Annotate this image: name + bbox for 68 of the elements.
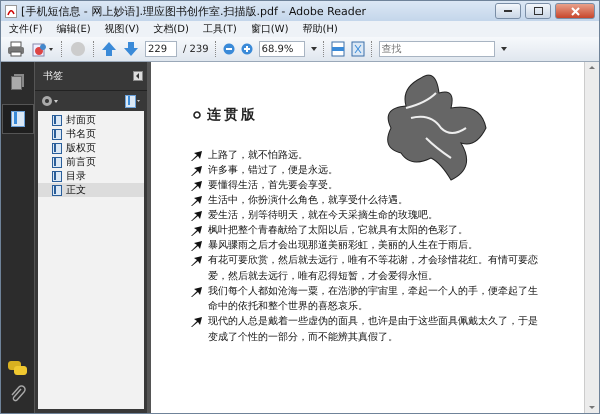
arrow-bullet-icon: [191, 226, 202, 236]
page-number-field[interactable]: 229: [145, 41, 177, 57]
gear-icon[interactable]: [41, 95, 59, 107]
bookmark-item[interactable]: 正文: [38, 183, 144, 197]
search-field[interactable]: 查找: [378, 41, 495, 57]
zoom-out-icon[interactable]: [222, 43, 235, 55]
bookmarks-icon[interactable]: [10, 111, 24, 127]
bookmark-item[interactable]: 目录: [38, 169, 144, 183]
up-arrow-icon[interactable]: [101, 41, 117, 57]
arrow-bullet-icon: [191, 241, 202, 251]
menu-item[interactable]: 工具(T): [202, 22, 237, 36]
arrow-bullet-icon: [191, 256, 202, 266]
caret-icon[interactable]: [500, 47, 507, 51]
menu-item[interactable]: 文件(F): [9, 22, 43, 36]
collapse-icon[interactable]: [133, 71, 143, 81]
restore-icon[interactable]: [534, 7, 542, 15]
caret-icon[interactable]: [310, 47, 317, 51]
close-icon[interactable]: [570, 6, 580, 16]
menu-item[interactable]: 帮助(H): [302, 22, 338, 36]
arrow-bullet-icon: [191, 211, 202, 221]
menu-item[interactable]: 文档(D): [153, 22, 189, 36]
circle-icon: [193, 111, 201, 119]
fit-width-icon[interactable]: [330, 41, 345, 57]
arrow-bullet-icon: [191, 196, 202, 206]
zoom-field[interactable]: 68.9%: [258, 41, 305, 57]
share-icon[interactable]: [31, 41, 55, 57]
bookmark-icon: [52, 184, 62, 196]
fit-page-icon[interactable]: [350, 41, 365, 57]
menu-item[interactable]: 编辑(E): [56, 22, 91, 36]
paragraph-text: 要懂得生活，首先要会享受。: [208, 178, 338, 193]
pages-icon[interactable]: [10, 74, 24, 90]
arrow-bullet-icon: [191, 151, 202, 161]
paragraph-text: 许多事，错过了，便是永远。: [208, 164, 338, 178]
zoom-in-icon[interactable]: [240, 43, 253, 55]
arrow-bullet-icon: [191, 286, 202, 296]
bookmark-icon: [52, 128, 62, 140]
comments-icon[interactable]: [8, 361, 28, 377]
minimize-icon[interactable]: [504, 10, 512, 12]
paragraph-text: 有花可要欣赏，然后就去远行，唯有不等花谢，才会珍惜花红。有情可要恋爱，然后就去远行，唯有忍得短暂，才会爱得永恒。: [208, 254, 539, 284]
bookmark-item[interactable]: 版权页: [38, 141, 144, 155]
bookmark-item[interactable]: 前言页: [38, 155, 144, 169]
paragraph-text: 枫叶把整个青春献给了太阳以后，它就具有太阳的色彩了。: [208, 224, 468, 238]
paragraph-text: 暴风骤雨之后才会出现那道美丽彩虹，美丽的人生在于雨后。: [208, 238, 478, 253]
section-heading: 连贯版: [207, 106, 258, 124]
window-title: [手机短信息 - 网上妙语].理应图书创作室.扫描版.pdf - Adobe Reader: [21, 4, 368, 18]
new-bookmark-icon[interactable]: [125, 94, 141, 108]
print-icon[interactable]: [7, 41, 25, 57]
bookmark-icon: [52, 156, 62, 168]
menu-item[interactable]: 视图(V): [104, 22, 140, 36]
paragraph-text: 生活中，你扮演什么角色，就享受什么待遇。: [208, 194, 408, 208]
down-arrow-icon[interactable]: [123, 41, 139, 57]
paragraph-text: 我们每个人都如沧海一粟，在浩渺的宇宙里，牵起一个人的手，便牵起了生命中的依托和整个世界的喜怒哀乐。: [208, 284, 539, 314]
bookmark-item[interactable]: 书名页: [38, 127, 144, 141]
bookmark-icon: [52, 170, 62, 182]
arrow-bullet-icon: [191, 181, 202, 191]
arrow-bullet-icon: [191, 166, 202, 176]
bookmark-icon: [52, 142, 62, 154]
bookmark-item[interactable]: 封面页: [38, 113, 144, 127]
panel-title: 书签: [43, 70, 63, 83]
menu-item[interactable]: 窗口(W): [250, 22, 288, 36]
paperclip-icon[interactable]: [10, 385, 26, 403]
paragraph-text: 上路了，就不怕路远。: [208, 148, 308, 163]
pdf-icon: [5, 4, 17, 18]
paragraph-text: 爱生活，别等待明天，就在今天采摘生命的玫瑰吧。: [208, 208, 438, 223]
arrow-bullet-icon: [191, 317, 202, 327]
page-total: / 239: [183, 44, 209, 54]
paragraph-text: 现代的人总是戴着一些虚伪的面具，也许是由于这些面具佩戴太久了，于是变成了个性的一部分，而不能辨其真假了。: [208, 314, 539, 344]
bookmark-icon: [52, 114, 62, 126]
